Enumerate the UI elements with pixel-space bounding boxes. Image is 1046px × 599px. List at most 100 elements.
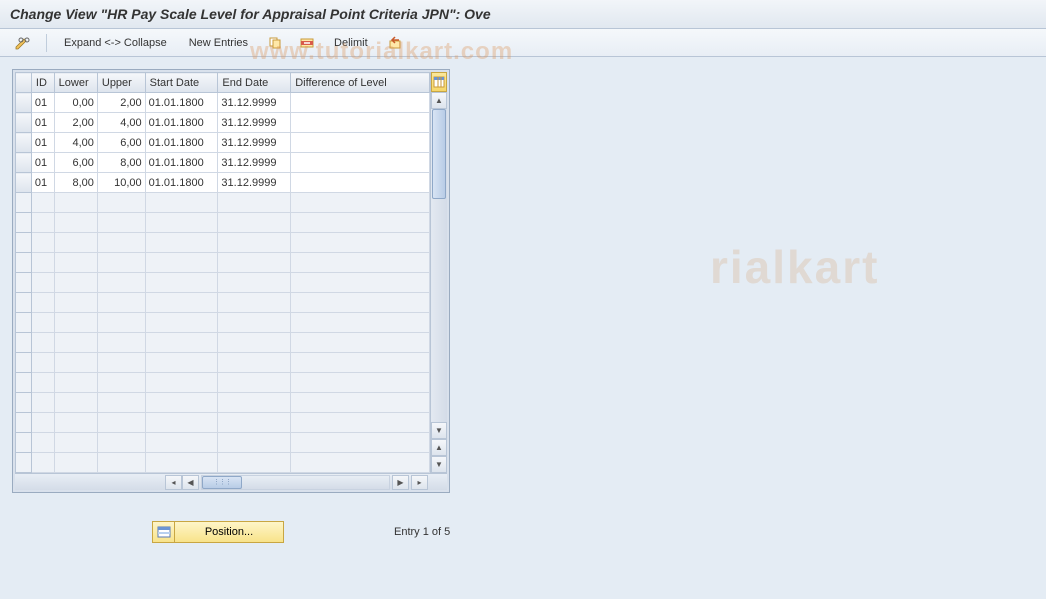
new-entries-button[interactable]: New Entries xyxy=(180,33,257,53)
cell-empty[interactable] xyxy=(291,193,430,213)
row-selector[interactable] xyxy=(16,113,32,133)
cell-diff[interactable] xyxy=(291,153,430,173)
cell-empty[interactable] xyxy=(31,333,54,353)
cell-diff[interactable] xyxy=(291,133,430,153)
cell-end[interactable]: 31.12.9999 xyxy=(218,133,291,153)
table-row-empty[interactable] xyxy=(16,313,430,333)
cell-empty[interactable] xyxy=(31,353,54,373)
row-selector[interactable] xyxy=(16,133,32,153)
delete-button[interactable] xyxy=(293,33,321,53)
table-row-empty[interactable] xyxy=(16,293,430,313)
row-selector[interactable] xyxy=(16,93,32,113)
row-selector[interactable] xyxy=(16,273,32,293)
cell-empty[interactable] xyxy=(54,293,97,313)
cell-start[interactable]: 01.01.1800 xyxy=(145,133,218,153)
cell-empty[interactable] xyxy=(97,273,145,293)
cell-empty[interactable] xyxy=(31,293,54,313)
cell-empty[interactable] xyxy=(97,213,145,233)
cell-id[interactable]: 01 xyxy=(31,173,54,193)
cell-lower[interactable]: 0,00 xyxy=(54,93,97,113)
row-selector[interactable] xyxy=(16,173,32,193)
row-selector[interactable] xyxy=(16,333,32,353)
table-row-empty[interactable] xyxy=(16,193,430,213)
cell-start[interactable]: 01.01.1800 xyxy=(145,113,218,133)
cell-upper[interactable]: 8,00 xyxy=(97,153,145,173)
cell-diff[interactable] xyxy=(291,173,430,193)
cell-empty[interactable] xyxy=(54,353,97,373)
position-icon-button[interactable] xyxy=(152,521,174,543)
row-selector[interactable] xyxy=(16,293,32,313)
cell-diff[interactable] xyxy=(291,93,430,113)
cell-empty[interactable] xyxy=(291,413,430,433)
cell-id[interactable]: 01 xyxy=(31,153,54,173)
page-up-button[interactable]: ▲ xyxy=(431,439,447,456)
cell-empty[interactable] xyxy=(97,373,145,393)
cell-end[interactable]: 31.12.9999 xyxy=(218,153,291,173)
cell-empty[interactable] xyxy=(145,273,218,293)
cell-empty[interactable] xyxy=(97,333,145,353)
cell-empty[interactable] xyxy=(54,453,97,473)
cell-empty[interactable] xyxy=(54,233,97,253)
cell-end[interactable]: 31.12.9999 xyxy=(218,93,291,113)
cell-empty[interactable] xyxy=(145,213,218,233)
cell-empty[interactable] xyxy=(145,193,218,213)
table-row[interactable]: 010,002,0001.01.180031.12.9999 xyxy=(16,93,430,113)
table-row-empty[interactable] xyxy=(16,233,430,253)
table-row-empty[interactable] xyxy=(16,353,430,373)
cell-empty[interactable] xyxy=(218,213,291,233)
cell-empty[interactable] xyxy=(31,233,54,253)
row-selector[interactable] xyxy=(16,213,32,233)
row-selector[interactable] xyxy=(16,393,32,413)
cell-empty[interactable] xyxy=(145,233,218,253)
table-row-empty[interactable] xyxy=(16,413,430,433)
header-id[interactable]: ID xyxy=(31,73,54,93)
table-row-empty[interactable] xyxy=(16,393,430,413)
hscroll-first-button[interactable]: ◂ xyxy=(165,475,182,490)
cell-empty[interactable] xyxy=(145,373,218,393)
table-row-empty[interactable] xyxy=(16,373,430,393)
row-selector[interactable] xyxy=(16,233,32,253)
table-row-empty[interactable] xyxy=(16,273,430,293)
cell-empty[interactable] xyxy=(145,433,218,453)
cell-empty[interactable] xyxy=(31,273,54,293)
cell-empty[interactable] xyxy=(31,393,54,413)
cell-empty[interactable] xyxy=(31,313,54,333)
cell-empty[interactable] xyxy=(145,353,218,373)
delimit-button[interactable]: Delimit xyxy=(325,33,377,53)
cell-empty[interactable] xyxy=(97,253,145,273)
cell-lower[interactable]: 8,00 xyxy=(54,173,97,193)
cell-empty[interactable] xyxy=(291,353,430,373)
table-row[interactable]: 016,008,0001.01.180031.12.9999 xyxy=(16,153,430,173)
table-row-empty[interactable] xyxy=(16,433,430,453)
cell-empty[interactable] xyxy=(54,193,97,213)
cell-empty[interactable] xyxy=(291,373,430,393)
cell-empty[interactable] xyxy=(97,413,145,433)
table-row-empty[interactable] xyxy=(16,213,430,233)
cell-empty[interactable] xyxy=(145,393,218,413)
cell-empty[interactable] xyxy=(54,413,97,433)
cell-empty[interactable] xyxy=(145,253,218,273)
hscroll-left-button[interactable]: ◀ xyxy=(182,475,199,490)
cell-empty[interactable] xyxy=(97,293,145,313)
header-diff[interactable]: Difference of Level xyxy=(291,73,430,93)
cell-empty[interactable] xyxy=(145,413,218,433)
cell-empty[interactable] xyxy=(218,433,291,453)
cell-empty[interactable] xyxy=(145,293,218,313)
cell-empty[interactable] xyxy=(54,333,97,353)
cell-empty[interactable] xyxy=(218,313,291,333)
cell-empty[interactable] xyxy=(218,393,291,413)
cell-empty[interactable] xyxy=(54,433,97,453)
scroll-thumb[interactable] xyxy=(432,109,446,199)
cell-empty[interactable] xyxy=(218,253,291,273)
cell-empty[interactable] xyxy=(291,433,430,453)
cell-empty[interactable] xyxy=(54,273,97,293)
cell-empty[interactable] xyxy=(218,273,291,293)
header-lower[interactable]: Lower xyxy=(54,73,97,93)
table-row[interactable]: 014,006,0001.01.180031.12.9999 xyxy=(16,133,430,153)
cell-empty[interactable] xyxy=(218,233,291,253)
row-selector[interactable] xyxy=(16,313,32,333)
cell-empty[interactable] xyxy=(218,193,291,213)
cell-start[interactable]: 01.01.1800 xyxy=(145,153,218,173)
cell-empty[interactable] xyxy=(291,313,430,333)
cell-empty[interactable] xyxy=(31,213,54,233)
